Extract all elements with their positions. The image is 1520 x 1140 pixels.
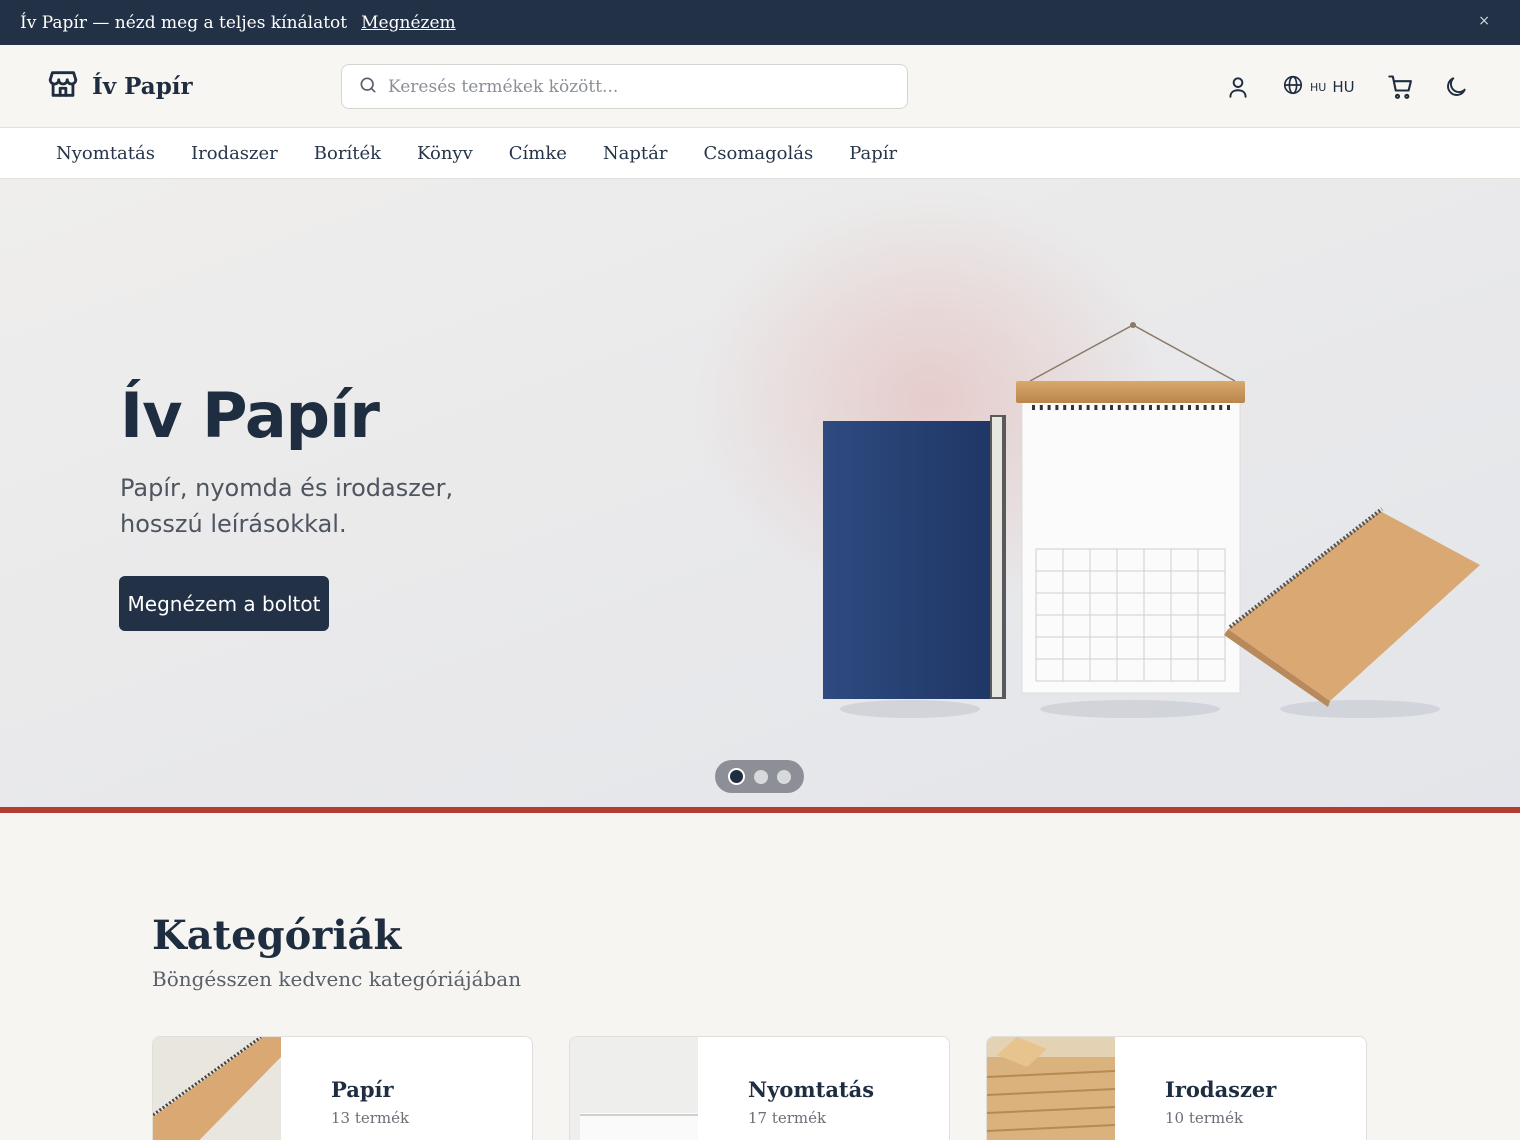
category-name: Nyomtatás [748,1077,875,1102]
search-input[interactable] [388,76,868,97]
announcement-message: Ív Papír — nézd meg a teljes kínálatot [20,12,348,33]
categories-subtitle: Böngésszen kedvenc kategóriájában [152,967,522,991]
search-icon [358,75,378,99]
category-card-nyomtatas[interactable]: Nyomtatás 17 termék [569,1036,950,1140]
nav-item-irodaszer[interactable]: Irodaszer [191,143,278,164]
nav-item-boritek[interactable]: Boríték [314,143,381,164]
cart-icon [1387,73,1415,101]
category-count: 17 termék [748,1109,827,1127]
account-button[interactable] [1225,71,1251,103]
nav-item-csomagolas[interactable]: Csomagolás [704,143,814,164]
category-thumbnail [153,1037,281,1140]
theme-toggle[interactable] [1443,71,1469,103]
store-icon [46,67,80,105]
moon-icon [1443,74,1469,100]
carousel-dot-3[interactable] [777,769,791,784]
hero-illustration [823,322,1480,718]
language-code: HU [1310,80,1327,94]
user-icon [1225,74,1251,100]
announcement-link[interactable]: Megnézem [361,13,456,33]
category-name: Papír [331,1077,394,1102]
calendar-image [1016,322,1245,694]
category-card-papir[interactable]: Papír 13 termék [152,1036,533,1140]
announcement-bar: Ív Papír — nézd meg a teljes kínálatot M… [0,0,1520,45]
cart-button[interactable] [1387,71,1415,103]
hero-title: Ív Papír [120,379,380,452]
category-card-irodaszer[interactable]: Irodaszer 10 termék [986,1036,1367,1140]
close-icon[interactable]: × [1478,13,1490,29]
notebook-image [1224,507,1480,707]
nav-item-papir[interactable]: Papír [849,143,897,164]
category-count: 13 termék [331,1109,410,1127]
search-bar[interactable] [341,64,908,109]
category-thumbnail [570,1037,698,1140]
category-count: 10 termék [1165,1109,1244,1127]
logo[interactable]: Ív Papír [46,67,193,105]
language-label: HU [1332,78,1355,96]
hero-divider [0,807,1520,813]
nav-item-nyomtatas[interactable]: Nyomtatás [56,143,155,164]
shop-cta-button[interactable]: Megnézem a boltot [119,576,329,631]
carousel-dots [715,760,804,793]
language-selector[interactable]: HU HU [1282,71,1355,103]
site-header: Ív Papír HU HU [0,45,1520,128]
nav-item-naptar[interactable]: Naptár [603,143,668,164]
brand-name: Ív Papír [92,72,193,100]
categories-title: Kategóriák [152,912,402,959]
hero-banner: Ív Papír Papír, nyomda és irodaszer, hos… [0,179,1520,808]
category-name: Irodaszer [1165,1077,1277,1102]
globe-icon [1282,74,1304,100]
carousel-dot-2[interactable] [754,769,768,784]
book-image [823,415,1006,699]
category-thumbnail [987,1037,1115,1140]
carousel-dot-1[interactable] [728,768,745,785]
category-nav: Nyomtatás Irodaszer Boríték Könyv Címke … [0,128,1520,179]
nav-item-konyv[interactable]: Könyv [417,143,473,164]
hero-subtitle: Papír, nyomda és irodaszer, hosszú leírá… [120,474,454,538]
nav-item-cimke[interactable]: Címke [509,143,567,164]
